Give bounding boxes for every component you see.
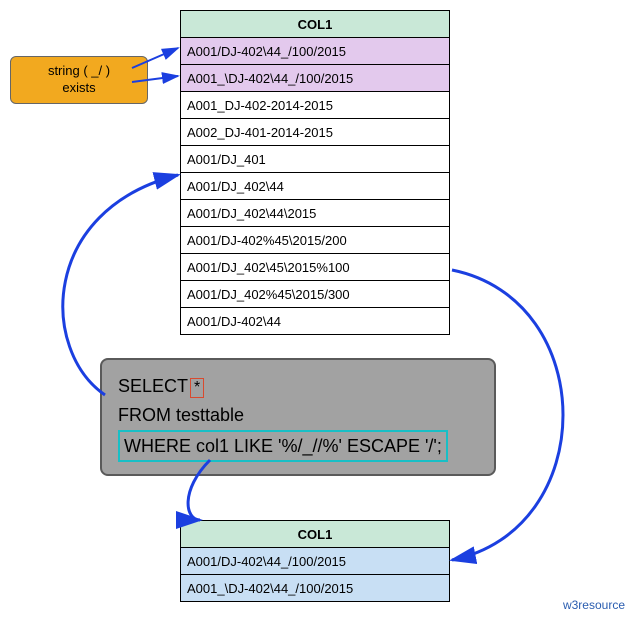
table-row: A001_DJ-402-2014-2015 <box>181 92 450 119</box>
table-row: A001/DJ-402%45\2015/200 <box>181 227 450 254</box>
table-row: A001_\DJ-402\44_/100/2015 <box>181 575 450 602</box>
table-row: A002_DJ-401-2014-2015 <box>181 119 450 146</box>
table-row: A001/DJ_402%45\2015/300 <box>181 281 450 308</box>
sql-query-box: SELECT* FROM testtable WHERE col1 LIKE '… <box>100 358 496 476</box>
string-exists-label: string ( _/ ) exists <box>10 56 148 104</box>
source-table: COL1 A001/DJ-402\44_/100/2015 A001_\DJ-4… <box>180 10 450 335</box>
diagram-stage: string ( _/ ) exists COL1 A001/DJ-402\44… <box>0 0 637 618</box>
source-table-header: COL1 <box>181 11 450 38</box>
label-line: string ( _/ ) <box>48 63 110 78</box>
table-row: A001/DJ_402\45\2015%100 <box>181 254 450 281</box>
table-row: A001/DJ-402\44 <box>181 308 450 335</box>
credit-text: w3resource <box>563 598 625 612</box>
select-keyword: SELECT <box>118 376 188 396</box>
sql-from-line: FROM testtable <box>118 401 478 430</box>
sql-select-line: SELECT* <box>118 372 478 401</box>
table-row: A001_\DJ-402\44_/100/2015 <box>181 65 450 92</box>
table-row: A001/DJ-402\44_/100/2015 <box>181 548 450 575</box>
result-table-header: COL1 <box>181 521 450 548</box>
table-row: A001/DJ_402\44 <box>181 173 450 200</box>
table-row: A001/DJ_402\44\2015 <box>181 200 450 227</box>
table-row: A001/DJ_401 <box>181 146 450 173</box>
table-row: A001/DJ-402\44_/100/2015 <box>181 38 450 65</box>
where-clause: WHERE col1 LIKE '%/_//%' ESCAPE '/'; <box>118 430 448 463</box>
star-box: * <box>190 378 204 398</box>
result-table: COL1 A001/DJ-402\44_/100/2015 A001_\DJ-4… <box>180 520 450 602</box>
label-line: exists <box>62 80 95 95</box>
sql-where-line: WHERE col1 LIKE '%/_//%' ESCAPE '/'; <box>118 430 478 463</box>
